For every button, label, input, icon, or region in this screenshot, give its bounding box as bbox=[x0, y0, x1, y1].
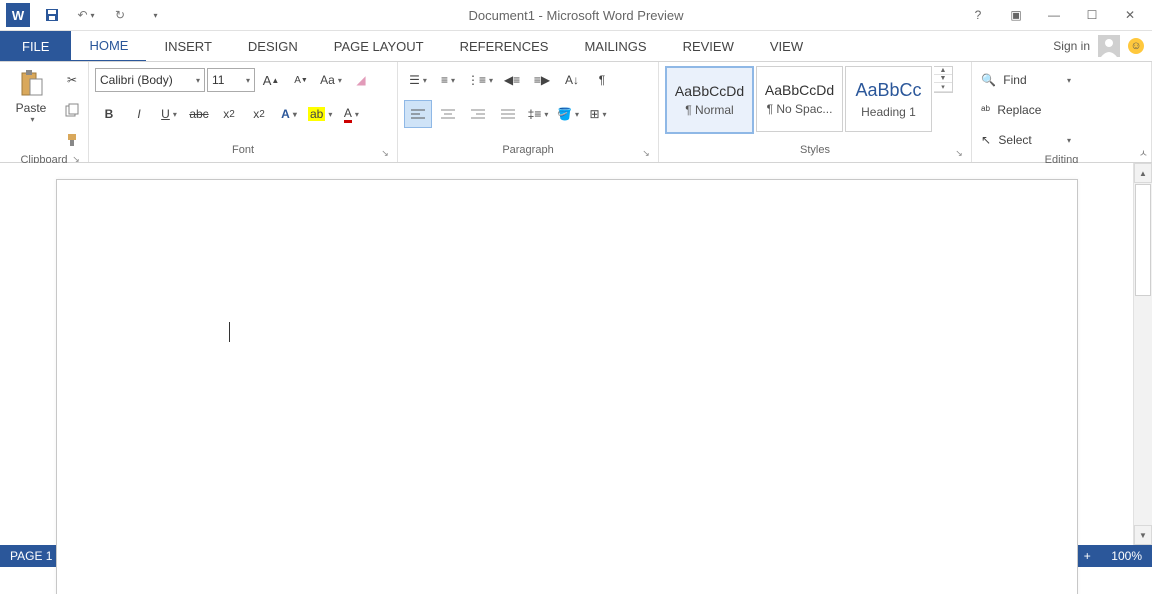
justify-icon[interactable] bbox=[494, 100, 522, 128]
numbering-icon[interactable]: ≡▾ bbox=[434, 66, 462, 94]
font-label: Font bbox=[232, 144, 254, 156]
paste-button[interactable]: Paste ▾ bbox=[6, 66, 56, 127]
title-bar: W ↶▾ ↻ ▾ Document1 - Microsoft Word Prev… bbox=[0, 0, 1152, 31]
collapse-ribbon-icon[interactable]: ㅅ bbox=[1139, 145, 1148, 160]
ribbon: Paste ▾ ✂ Clipboard↘ Calibri (Body)▾ 11▾… bbox=[0, 61, 1152, 163]
bullets-icon[interactable]: ☰▾ bbox=[404, 66, 432, 94]
zoom-slider[interactable] bbox=[953, 555, 1063, 558]
copy-icon[interactable] bbox=[58, 96, 86, 124]
word-app-icon: W bbox=[6, 3, 30, 27]
subscript-button[interactable]: x2 bbox=[215, 100, 243, 128]
clear-formatting-icon[interactable]: ◢ bbox=[347, 66, 375, 94]
close-icon[interactable]: ✕ bbox=[1112, 0, 1148, 30]
multilevel-icon[interactable]: ⋮≡▾ bbox=[464, 66, 496, 94]
group-styles: AaBbCcDd ¶ Normal AaBbCcDd ¶ No Spac... … bbox=[659, 62, 972, 162]
tab-file[interactable]: FILE bbox=[0, 31, 71, 61]
style-heading1[interactable]: AaBbCc Heading 1 bbox=[845, 66, 932, 132]
minimize-icon[interactable]: — bbox=[1036, 0, 1072, 30]
tab-home[interactable]: HOME bbox=[71, 31, 146, 62]
italic-button[interactable]: I bbox=[125, 100, 153, 128]
font-launcher-icon[interactable]: ↘ bbox=[379, 148, 391, 160]
replace-button[interactable]: ᵃᵇ Replace bbox=[978, 96, 1074, 124]
page[interactable]: The Windows Club bbox=[56, 179, 1078, 594]
replace-icon: ᵃᵇ bbox=[981, 103, 990, 117]
font-size-combo[interactable]: 11▾ bbox=[207, 68, 255, 92]
bold-button[interactable]: B bbox=[95, 100, 123, 128]
find-icon: 🔍 bbox=[981, 73, 996, 87]
format-painter-icon[interactable] bbox=[58, 126, 86, 154]
change-case-icon[interactable]: Aa▾ bbox=[317, 66, 345, 94]
grow-font-icon[interactable]: A▲ bbox=[257, 66, 285, 94]
redo-icon[interactable]: ↻ bbox=[104, 0, 136, 31]
shrink-font-icon[interactable]: A▼ bbox=[287, 66, 315, 94]
group-font: Calibri (Body)▾ 11▾ A▲ A▼ Aa▾ ◢ B I U▾ a… bbox=[89, 62, 398, 162]
ribbon-display-icon[interactable]: ▣ bbox=[998, 0, 1034, 30]
increase-indent-icon[interactable]: ≡▶ bbox=[528, 66, 556, 94]
save-icon[interactable] bbox=[36, 0, 68, 31]
group-clipboard: Paste ▾ ✂ Clipboard↘ bbox=[0, 62, 89, 162]
font-name-combo[interactable]: Calibri (Body)▾ bbox=[95, 68, 205, 92]
feedback-smiley-icon[interactable]: ☺ bbox=[1128, 38, 1144, 54]
group-paragraph: ☰▾ ≡▾ ⋮≡▾ ◀≡ ≡▶ A↓ ¶ ‡≡▾ 🪣▾ ⊞▾ Paragraph… bbox=[398, 62, 659, 162]
quick-access-toolbar: ↶▾ ↻ ▾ bbox=[36, 0, 170, 31]
tab-mailings[interactable]: MAILINGS bbox=[566, 31, 664, 61]
show-marks-icon[interactable]: ¶ bbox=[588, 66, 616, 94]
select-button[interactable]: ↖ Select▾ bbox=[978, 126, 1074, 154]
avatar-icon bbox=[1098, 35, 1120, 57]
superscript-button[interactable]: x2 bbox=[245, 100, 273, 128]
find-button[interactable]: 🔍 Find▾ bbox=[978, 66, 1074, 94]
highlight-icon[interactable]: ab▾ bbox=[305, 100, 335, 128]
line-spacing-icon[interactable]: ‡≡▾ bbox=[524, 100, 552, 128]
tab-design[interactable]: DESIGN bbox=[230, 31, 316, 61]
tab-review[interactable]: REVIEW bbox=[665, 31, 752, 61]
tab-pagelayout[interactable]: PAGE LAYOUT bbox=[316, 31, 442, 61]
decrease-indent-icon[interactable]: ◀≡ bbox=[498, 66, 526, 94]
help-icon[interactable]: ? bbox=[960, 0, 996, 30]
sign-in-label: Sign in bbox=[1053, 39, 1090, 53]
vertical-scrollbar[interactable]: ▲ ▼ bbox=[1133, 163, 1152, 545]
ribbon-tabs: FILE HOME INSERT DESIGN PAGE LAYOUT REFE… bbox=[0, 31, 1152, 61]
paste-icon bbox=[18, 69, 44, 99]
select-icon: ↖ bbox=[981, 133, 991, 147]
styles-label: Styles bbox=[800, 144, 830, 156]
undo-icon[interactable]: ↶▾ bbox=[70, 0, 102, 31]
sign-in[interactable]: Sign in ☺ bbox=[1053, 31, 1152, 61]
maximize-icon[interactable]: ☐ bbox=[1074, 0, 1110, 30]
scroll-down-icon[interactable]: ▼ bbox=[1134, 525, 1152, 545]
shading-icon[interactable]: 🪣▾ bbox=[554, 100, 582, 128]
align-center-icon[interactable] bbox=[434, 100, 462, 128]
style-no-spacing[interactable]: AaBbCcDd ¶ No Spac... bbox=[756, 66, 843, 132]
align-left-icon[interactable] bbox=[404, 100, 432, 128]
group-editing: 🔍 Find▾ ᵃᵇ Replace ↖ Select▾ Editing bbox=[972, 62, 1152, 162]
document-area: The Windows Club ▲ ▼ bbox=[0, 163, 1152, 545]
tab-references[interactable]: REFERENCES bbox=[442, 31, 567, 61]
cut-icon[interactable]: ✂ bbox=[58, 66, 86, 94]
borders-icon[interactable]: ⊞▾ bbox=[584, 100, 612, 128]
styles-gallery-more[interactable]: ▲▼▾ bbox=[934, 66, 953, 93]
scroll-thumb[interactable] bbox=[1135, 184, 1151, 296]
font-color-icon[interactable]: A▾ bbox=[337, 100, 365, 128]
scroll-up-icon[interactable]: ▲ bbox=[1134, 163, 1152, 183]
tab-insert[interactable]: INSERT bbox=[146, 31, 229, 61]
text-effects-icon[interactable]: A▾ bbox=[275, 100, 303, 128]
styles-launcher-icon[interactable]: ↘ bbox=[953, 148, 965, 160]
paragraph-label: Paragraph bbox=[502, 144, 553, 156]
tab-view[interactable]: VIEW bbox=[752, 31, 821, 61]
qat-customize-icon[interactable]: ▾ bbox=[138, 0, 170, 31]
zoom-in-icon[interactable]: + bbox=[1075, 547, 1099, 565]
paste-label: Paste bbox=[16, 101, 47, 115]
underline-button[interactable]: U▾ bbox=[155, 100, 183, 128]
style-normal[interactable]: AaBbCcDd ¶ Normal bbox=[665, 66, 754, 134]
text-cursor bbox=[229, 322, 230, 342]
align-right-icon[interactable] bbox=[464, 100, 492, 128]
sort-icon[interactable]: A↓ bbox=[558, 66, 586, 94]
paragraph-launcher-icon[interactable]: ↘ bbox=[640, 148, 652, 160]
zoom-level[interactable]: 100% bbox=[1111, 549, 1142, 563]
strikethrough-button[interactable]: abc bbox=[185, 100, 213, 128]
